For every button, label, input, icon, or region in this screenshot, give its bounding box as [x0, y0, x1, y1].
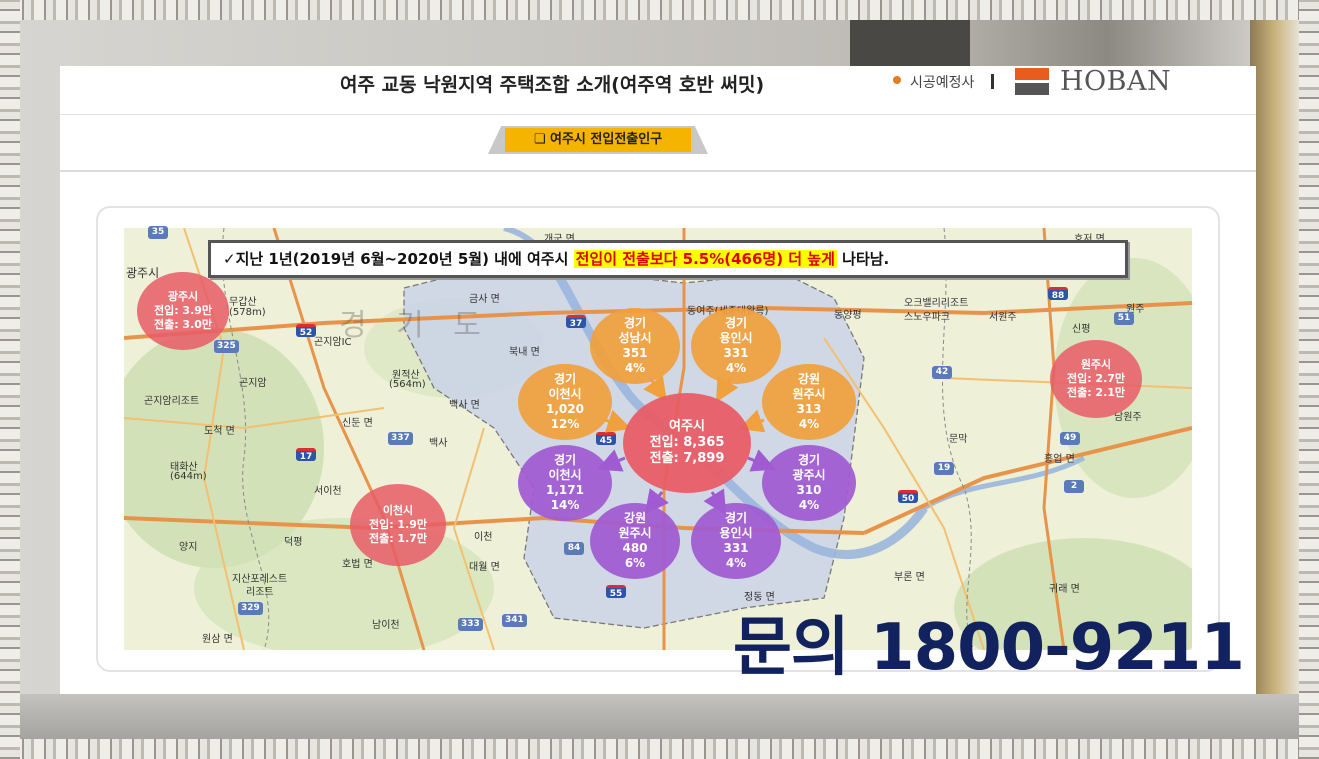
inquiry-phone: 문의 1800-9211	[733, 611, 1245, 685]
bubble-in-yongin: 경기 용인시 331 4%	[691, 308, 781, 384]
bubble-gwangju: 광주시 전입: 3.9만 전출: 3.0만	[137, 272, 229, 350]
arrow-out-wonju	[644, 488, 669, 515]
bubble-in-seongnam: 경기 성남시 351 4%	[590, 308, 680, 384]
bubble-yeoju-center: 여주시 전입: 8,365 전출: 7,899	[623, 393, 751, 493]
bubble-icheon: 이천시 전입: 1.9만 전출: 1.7만	[350, 484, 446, 566]
bubble-out-gwangju: 경기 광주시 310 4%	[762, 445, 856, 521]
bubble-out-wonju: 강원 원주시 480 6%	[590, 503, 680, 579]
arrow-in-icheon	[604, 409, 632, 433]
arrow-out-yongin	[703, 488, 727, 516]
bubble-out-yongin: 경기 용인시 331 4%	[691, 503, 781, 579]
bubble-out-icheon: 경기 이천시 1,171 14%	[518, 445, 612, 521]
bubble-wonju: 원주시 전입: 2.7만 전출: 2.1만	[1050, 340, 1142, 418]
bubble-in-icheon: 경기 이천시 1,020 12%	[518, 364, 612, 440]
arrow-out-gwangju	[747, 449, 777, 472]
bubble-in-wonju: 강원 원주시 313 4%	[762, 364, 856, 440]
arrow-out-icheon	[596, 449, 626, 472]
arrow-in-wonju	[738, 409, 766, 433]
